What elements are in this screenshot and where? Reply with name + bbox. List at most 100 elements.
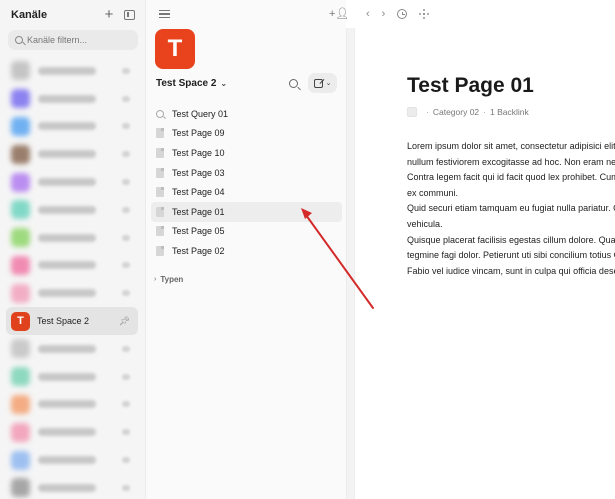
channel-item[interactable]	[6, 363, 138, 391]
document-icon	[156, 147, 164, 158]
channel-filter[interactable]	[8, 30, 138, 50]
new-page-button[interactable]: ⌄	[308, 73, 337, 93]
space-search-icon[interactable]	[289, 79, 298, 88]
page-item[interactable]: Test Page 09	[151, 124, 342, 144]
blurred-channel-name	[38, 94, 96, 103]
blurred-channel-name	[38, 178, 96, 187]
blurred-badge	[122, 373, 130, 380]
channel-item[interactable]	[6, 113, 138, 141]
forward-icon[interactable]: ›	[382, 8, 386, 20]
page-item[interactable]: Test Page 01	[151, 201, 342, 222]
history-icon[interactable]	[397, 9, 408, 19]
channel-item[interactable]	[6, 140, 138, 168]
channel-sidebar: Kanäle + T Test Space 2 📌︎	[0, 0, 146, 499]
channel-item[interactable]	[6, 196, 138, 224]
blurred-badge	[122, 123, 130, 130]
channel-item[interactable]	[6, 279, 138, 307]
document-icon	[156, 187, 164, 198]
channel-avatar: T	[11, 311, 30, 331]
blurred-badge	[122, 206, 130, 213]
channel-item-active[interactable]: T Test Space 2 📌︎	[6, 307, 138, 335]
paragraph-line: tegmine fagi dolor. Petierunt uti sibi c…	[407, 250, 615, 261]
blurred-channel-name	[38, 400, 96, 409]
edit-icon	[313, 78, 323, 88]
page-item[interactable]: Test Page 03	[151, 163, 342, 183]
channel-avatar	[11, 283, 30, 303]
blurred-channel-name	[38, 289, 96, 298]
document-icon	[156, 226, 164, 237]
types-section[interactable]: › Typen	[154, 275, 183, 284]
back-icon[interactable]: ‹	[366, 8, 370, 20]
channel-avatar	[11, 172, 30, 192]
add-member-icon[interactable]: +👤︎	[329, 7, 349, 20]
blurred-channel-name	[38, 456, 96, 465]
space-logo[interactable]: T	[155, 29, 195, 69]
page-item[interactable]: Test Page 02	[151, 241, 342, 261]
paragraph-line: ex communi.	[407, 187, 459, 198]
blurred-channel-name	[38, 483, 96, 492]
channel-item[interactable]	[6, 168, 138, 196]
page-label: Test Page 02	[172, 245, 225, 256]
search-icon	[15, 36, 23, 44]
channel-item[interactable]	[6, 252, 138, 280]
document-body[interactable]: Lorem ipsum dolor sit amet, consectetur …	[407, 139, 615, 279]
document-icon	[156, 128, 164, 139]
category-label[interactable]: Category 02	[433, 107, 479, 117]
page-label: Test Page 01	[172, 206, 225, 217]
query-item[interactable]: Test Query 01	[151, 104, 342, 124]
document-icon	[156, 167, 164, 178]
blurred-channel-name	[38, 150, 96, 159]
channel-item[interactable]	[6, 335, 138, 363]
channel-filter-input[interactable]	[27, 35, 127, 45]
channel-item[interactable]	[6, 418, 138, 446]
channel-avatar	[11, 394, 30, 414]
pin-icon[interactable]: 📌︎	[119, 316, 130, 327]
page-icon-placeholder[interactable]	[407, 107, 417, 117]
blurred-badge	[122, 401, 130, 408]
channel-sidebar-header: Kanäle +	[11, 7, 137, 22]
paragraph-line: Quid securi etiam tamquam eu fugiat null…	[407, 203, 615, 214]
menu-icon[interactable]	[159, 10, 170, 18]
channel-avatar	[11, 116, 30, 136]
blurred-badge	[122, 179, 130, 186]
channel-item[interactable]	[6, 446, 138, 474]
paragraph-line: Lorem ipsum dolor sit amet, consectetur …	[407, 141, 615, 151]
add-channel-icon[interactable]: +	[102, 7, 116, 22]
blurred-channel-name	[38, 344, 96, 353]
paragraph-line: nullum festiviorem excogitasse ad hoc. N…	[407, 156, 615, 167]
backlink-count[interactable]: 1 Backlink	[490, 107, 529, 117]
blurred-badge	[122, 67, 130, 74]
channel-avatar	[11, 255, 30, 275]
blurred-badge	[122, 95, 130, 102]
blurred-badge	[122, 484, 130, 491]
channel-name: Test Space 2	[37, 316, 90, 327]
document-icon	[156, 245, 164, 256]
channel-item[interactable]	[6, 85, 138, 113]
channel-avatar	[11, 367, 30, 387]
channel-avatar	[11, 228, 30, 248]
channel-avatar	[11, 422, 30, 442]
channel-item[interactable]	[6, 391, 138, 419]
space-title: Test Space 2	[156, 78, 217, 89]
channel-avatar	[11, 339, 30, 359]
channel-avatar	[11, 89, 30, 109]
channel-item[interactable]	[6, 224, 138, 252]
document-toolbar: ‹ ›	[366, 8, 430, 20]
page-item[interactable]: Test Page 10	[151, 143, 342, 163]
channel-item[interactable]	[6, 474, 138, 499]
channel-list: T Test Space 2 📌︎	[6, 57, 138, 499]
graph-icon[interactable]	[419, 9, 430, 19]
page-item[interactable]: Test Page 04	[151, 182, 342, 202]
paragraph-line: Contra legem facit qui id facit quod lex…	[407, 172, 615, 183]
space-switcher[interactable]: Test Space 2 ⌄	[156, 78, 227, 89]
blurred-badge	[122, 290, 130, 297]
document-meta: · Category 02 · 1 Backlink	[407, 107, 529, 117]
document-title[interactable]: Test Page 01	[407, 74, 534, 98]
page-item[interactable]: Test Page 05	[151, 222, 342, 242]
blurred-badge	[122, 262, 130, 269]
blurred-channel-name	[38, 428, 96, 437]
types-label: Typen	[160, 275, 184, 284]
toggle-sidebar-icon[interactable]	[124, 10, 135, 20]
page-label: Test Page 09	[172, 128, 225, 139]
channel-item[interactable]	[6, 57, 138, 85]
